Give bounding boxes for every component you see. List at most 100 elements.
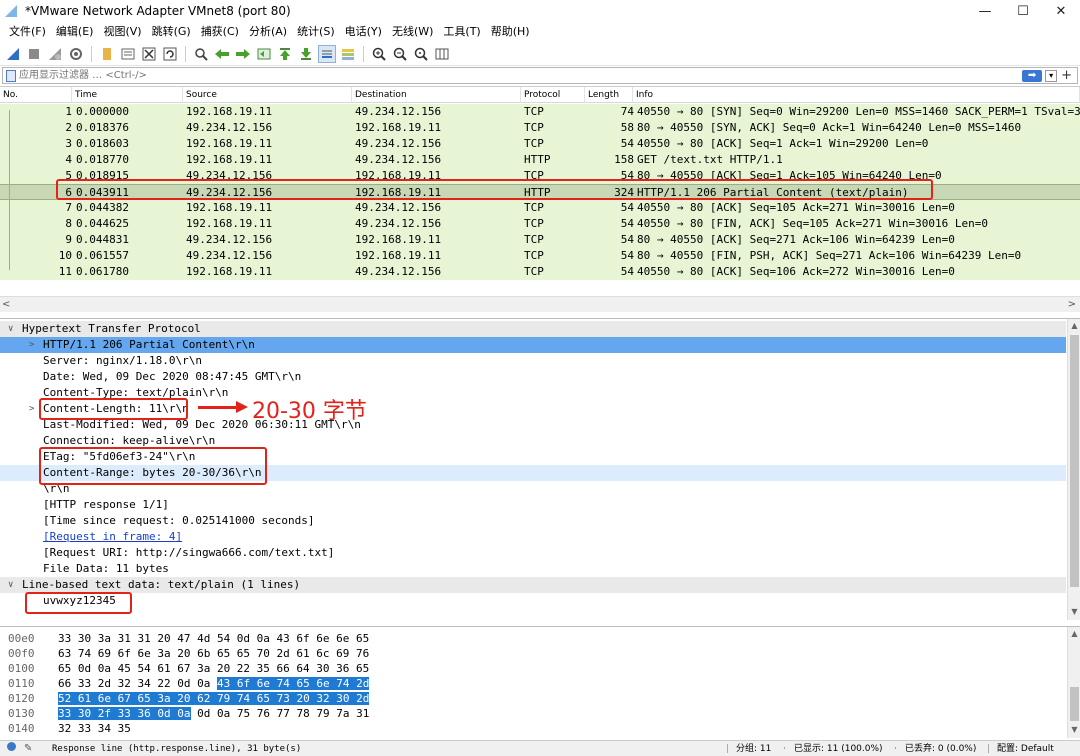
- detail-row[interactable]: ∨ Line-based text data: text/plain (1 lin…: [0, 577, 1066, 593]
- menu-item[interactable]: 捕获(C): [196, 22, 244, 42]
- column-header[interactable]: Protocol: [521, 87, 585, 103]
- reload-icon[interactable]: [161, 45, 179, 63]
- detail-row[interactable]: File Data: 11 bytes: [0, 561, 1066, 577]
- bytes-row[interactable]: 00f0 63 74 69 6f 6e 3a 20 6b 65 65 70 2d …: [0, 646, 1066, 661]
- forward-icon[interactable]: [234, 45, 252, 63]
- detail-row[interactable]: Server: nginx/1.18.0\r\n: [0, 353, 1066, 369]
- packet-list-hscrollbar[interactable]: < >: [0, 296, 1080, 312]
- edit-comment-icon[interactable]: ✎: [24, 741, 32, 756]
- bytes-row[interactable]: 00e0 33 30 3a 31 31 20 47 4d 54 0d 0a 43 …: [0, 631, 1066, 646]
- detail-row[interactable]: Content-Type: text/plain\r\n: [0, 385, 1066, 401]
- last-icon[interactable]: [297, 45, 315, 63]
- packet-row[interactable]: 5 0.018915 49.234.12.156 192.168.19.11 TCP 54…: [0, 168, 1080, 184]
- open-icon[interactable]: [98, 45, 116, 63]
- scroll-right-icon[interactable]: >: [1068, 297, 1076, 313]
- detail-row[interactable]: [Request URI: http://singwa666.com/text.…: [0, 545, 1066, 561]
- detail-row[interactable]: Content-Range: bytes 20-30/36\r\n: [0, 465, 1066, 481]
- packet-row[interactable]: 11 0.061780 192.168.19.11 49.234.12.156 TCP 5…: [0, 264, 1080, 280]
- packet-row[interactable]: 8 0.044625 192.168.19.11 49.234.12.156 TCP 54…: [0, 216, 1080, 232]
- menu-item[interactable]: 分析(A): [244, 22, 292, 42]
- expand-arrow-icon[interactable]: >: [29, 401, 34, 417]
- column-header[interactable]: Destination: [352, 87, 521, 103]
- menu-item[interactable]: 电话(Y): [340, 22, 387, 42]
- bytes-row[interactable]: 0100 65 0d 0a 45 54 61 67 3a 20 22 35 66 …: [0, 661, 1066, 676]
- filter-dropdown-icon[interactable]: ▾: [1045, 69, 1058, 82]
- column-header[interactable]: Source: [183, 87, 352, 103]
- apply-filter-button[interactable]: ➡: [1022, 69, 1043, 82]
- detail-row[interactable]: Last-Modified: Wed, 09 Dec 2020 06:30:11…: [0, 417, 1066, 433]
- expert-info-icon[interactable]: [6, 741, 17, 756]
- scroll-down-icon[interactable]: ▼: [1068, 725, 1080, 734]
- detail-row[interactable]: > HTTP/1.1 206 Partial Content\r\n: [0, 337, 1066, 353]
- column-header[interactable]: Info: [633, 87, 1080, 103]
- packet-row[interactable]: 1 0.000000 192.168.19.11 49.234.12.156 TCP 74…: [0, 104, 1080, 120]
- packet-row[interactable]: 4 0.018770 192.168.19.11 49.234.12.156 HTTP 1…: [0, 152, 1080, 168]
- detail-row[interactable]: [HTTP response 1/1]: [0, 497, 1066, 513]
- display-filter-input[interactable]: [19, 68, 1023, 83]
- menu-item[interactable]: 编辑(E): [51, 22, 99, 42]
- scroll-down-icon[interactable]: ▼: [1068, 607, 1080, 616]
- menu-item[interactable]: 跳转(G): [147, 22, 196, 42]
- detail-row[interactable]: > Content-Length: 11\r\n: [0, 401, 1066, 417]
- packet-row[interactable]: 7 0.044382 192.168.19.11 49.234.12.156 TCP 54…: [0, 200, 1080, 216]
- packet-row[interactable]: 2 0.018376 49.234.12.156 192.168.19.11 TCP 58…: [0, 120, 1080, 136]
- bookmark-icon[interactable]: [6, 69, 16, 82]
- minimize-button[interactable]: —: [966, 0, 1004, 22]
- detail-row[interactable]: ETag: "5fd06ef3-24"\r\n: [0, 449, 1066, 465]
- menu-item[interactable]: 统计(S): [292, 22, 340, 42]
- packet-row[interactable]: 6 0.043911 49.234.12.156 192.168.19.11 HTTP 3…: [0, 184, 1080, 200]
- detail-row[interactable]: \r\n: [0, 481, 1066, 497]
- back-icon[interactable]: [213, 45, 231, 63]
- goto-icon[interactable]: [255, 45, 273, 63]
- maximize-button[interactable]: ☐: [1004, 0, 1042, 22]
- scroll-up-icon[interactable]: ▲: [1068, 629, 1080, 638]
- find-icon[interactable]: [192, 45, 210, 63]
- collapse-arrow-icon[interactable]: ∨: [8, 321, 13, 337]
- autoscroll-icon[interactable]: [318, 44, 336, 63]
- bytes-row[interactable]: 0110 66 33 2d 32 34 22 0d 0a 43 6f 6e 74 …: [0, 676, 1066, 691]
- column-header[interactable]: No.: [0, 87, 72, 103]
- status-profile[interactable]: 配置: Default: [997, 741, 1054, 756]
- bytes-row[interactable]: 0130 33 30 2f 33 36 0d 0a 0d 0a 75 76 77 …: [0, 706, 1066, 721]
- scroll-left-icon[interactable]: <: [2, 297, 10, 313]
- detail-row[interactable]: Connection: keep-alive\r\n: [0, 433, 1066, 449]
- bytes-scrollbar[interactable]: ▲ ▼: [1067, 627, 1080, 738]
- column-header[interactable]: Length: [585, 87, 633, 103]
- packet-row[interactable]: 3 0.018603 192.168.19.11 49.234.12.156 TCP 54…: [0, 136, 1080, 152]
- detail-row[interactable]: [Time since request: 0.025141000 seconds…: [0, 513, 1066, 529]
- options-icon[interactable]: [67, 45, 85, 63]
- scroll-up-icon[interactable]: ▲: [1068, 321, 1080, 330]
- stop-icon[interactable]: [25, 45, 43, 63]
- bytes-scroll-thumb[interactable]: [1070, 687, 1079, 721]
- zoom-reset-icon[interactable]: [412, 45, 430, 63]
- restart-icon[interactable]: [46, 45, 64, 63]
- bytes-row[interactable]: 0140 32 33 34 35: [0, 721, 1066, 736]
- bytes-row[interactable]: 0120 52 61 6e 67 65 3a 20 62 79 74 65 73 …: [0, 691, 1066, 706]
- first-icon[interactable]: [276, 45, 294, 63]
- add-filter-button[interactable]: +: [1061, 68, 1072, 83]
- detail-row[interactable]: Date: Wed, 09 Dec 2020 08:47:45 GMT\r\n: [0, 369, 1066, 385]
- detail-row[interactable]: uvwxyz12345: [0, 593, 1066, 609]
- menu-item[interactable]: 视图(V): [98, 22, 146, 42]
- packet-row[interactable]: 10 0.061557 49.234.12.156 192.168.19.11 TCP 5…: [0, 248, 1080, 264]
- menu-item[interactable]: 工具(T): [438, 22, 485, 42]
- expand-arrow-icon[interactable]: >: [29, 337, 34, 353]
- details-scroll-thumb[interactable]: [1070, 335, 1079, 587]
- save-icon[interactable]: [119, 45, 137, 63]
- detail-row[interactable]: [Request in frame: 4]: [0, 529, 1066, 545]
- resize-columns-icon[interactable]: [433, 45, 451, 63]
- colorize-icon[interactable]: [339, 45, 357, 63]
- close-button[interactable]: ✕: [1042, 0, 1080, 22]
- menu-item[interactable]: 文件(F): [4, 22, 51, 42]
- zoom-out-icon[interactable]: [391, 45, 409, 63]
- packet-row[interactable]: 9 0.044831 49.234.12.156 192.168.19.11 TCP 54…: [0, 232, 1080, 248]
- detail-row[interactable]: ∨ Hypertext Transfer Protocol: [0, 321, 1066, 337]
- close-file-icon[interactable]: [140, 45, 158, 63]
- column-header[interactable]: Time: [72, 87, 183, 103]
- menu-item[interactable]: 帮助(H): [486, 22, 535, 42]
- menu-item[interactable]: 无线(W): [387, 22, 438, 42]
- zoom-in-icon[interactable]: [370, 45, 388, 63]
- details-scrollbar[interactable]: ▲ ▼: [1067, 319, 1080, 620]
- shark-start-icon[interactable]: [4, 45, 22, 63]
- collapse-arrow-icon[interactable]: ∨: [8, 577, 13, 593]
